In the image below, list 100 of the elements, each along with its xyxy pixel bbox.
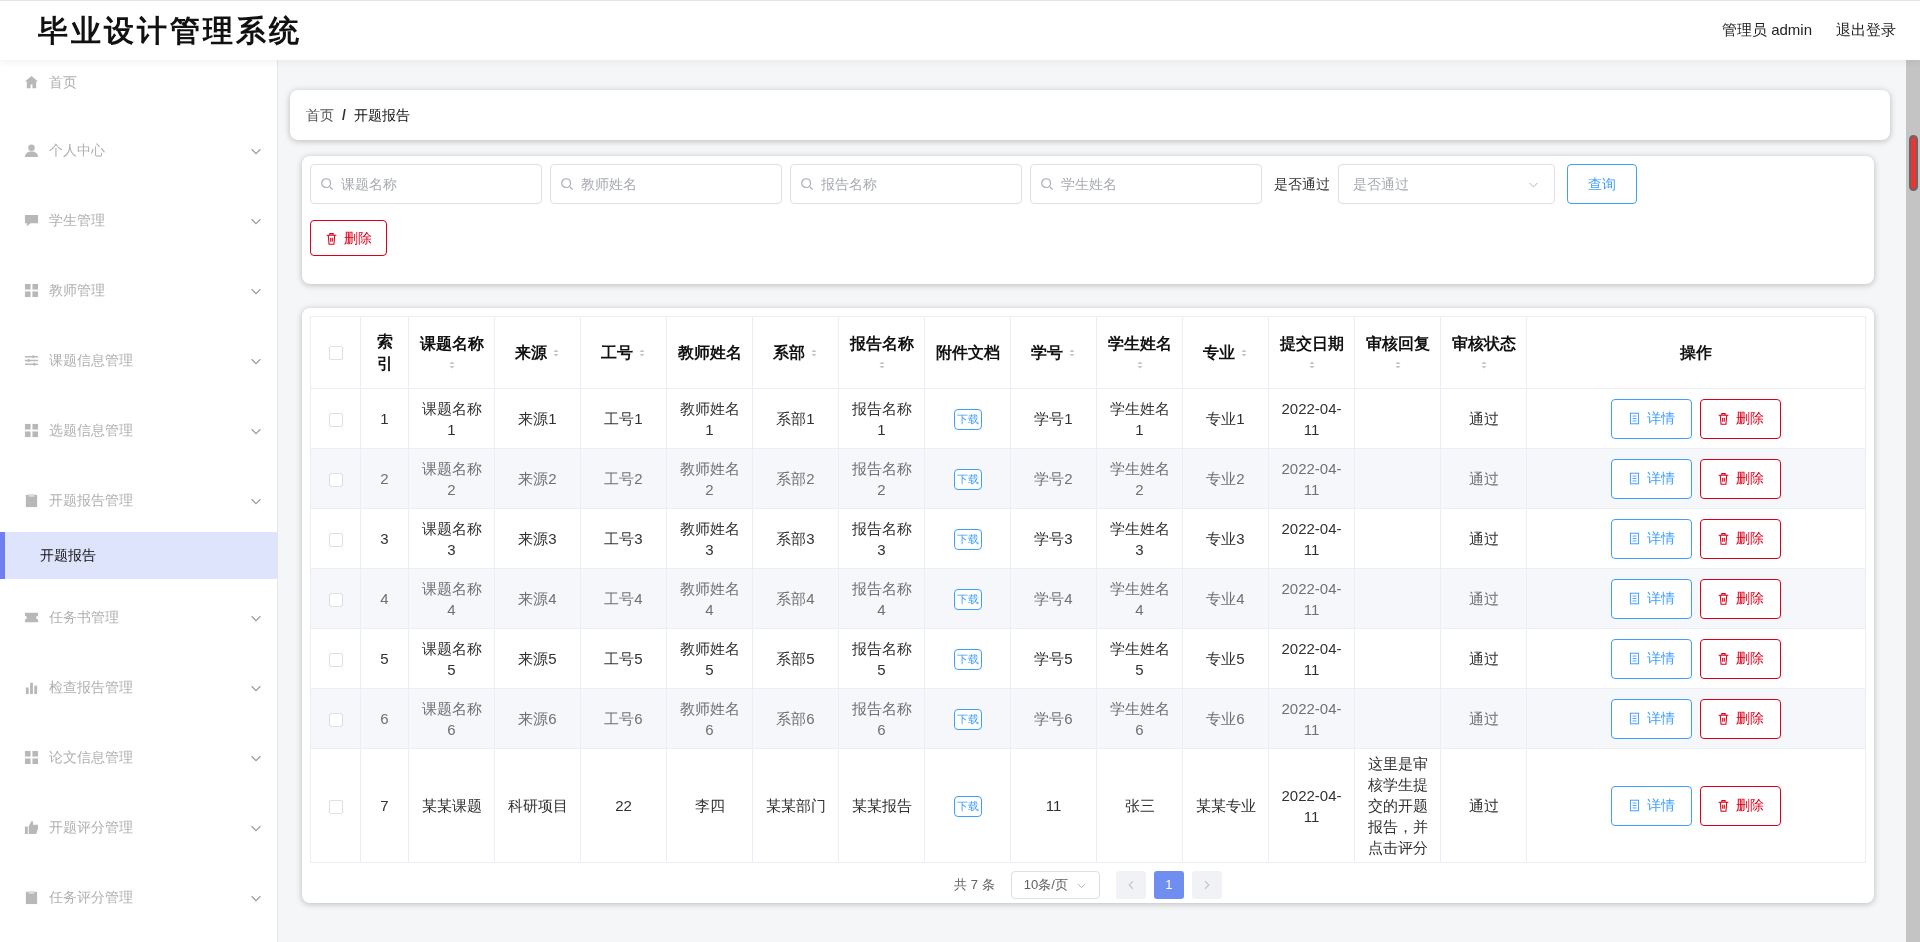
- page-size-select[interactable]: 10条/页: [1010, 871, 1100, 899]
- table-cell: 专业2: [1206, 470, 1245, 487]
- details-button[interactable]: 详情: [1611, 785, 1692, 826]
- checkbox[interactable]: [328, 473, 343, 488]
- download-button[interactable]: 下载: [953, 649, 982, 670]
- sidebar-item[interactable]: 课题信息管理: [0, 340, 277, 410]
- breadcrumb-separator: /: [342, 105, 346, 125]
- delete-button[interactable]: 删除: [1700, 638, 1781, 679]
- checkbox[interactable]: [328, 713, 343, 728]
- table-cell: 教师姓名2: [679, 459, 740, 498]
- download-button[interactable]: 下载: [953, 469, 982, 490]
- total-count: 共 7 条: [954, 876, 995, 895]
- delete-button[interactable]: 删除: [1700, 458, 1781, 499]
- download-button[interactable]: 下载: [953, 796, 982, 817]
- delete-button[interactable]: 删除: [1700, 698, 1781, 739]
- checkbox[interactable]: [328, 533, 343, 548]
- previous-page-button[interactable]: [1115, 871, 1146, 899]
- next-page-button[interactable]: [1191, 871, 1222, 899]
- details-button[interactable]: 详情: [1611, 578, 1692, 619]
- search-field[interactable]: 报告名称: [790, 164, 1022, 204]
- grid-icon: [24, 750, 39, 765]
- details-button[interactable]: 详情: [1611, 638, 1692, 679]
- person-icon: [24, 143, 39, 158]
- delete-button[interactable]: 删除: [310, 220, 387, 256]
- sidebar-item[interactable]: 教师管理: [0, 270, 277, 340]
- sidebar-item[interactable]: 任务书管理: [0, 597, 277, 667]
- download-button[interactable]: 下载: [953, 709, 982, 730]
- column-header[interactable]: 审核回复: [1354, 316, 1441, 389]
- column-header[interactable]: 报告名称: [838, 316, 925, 389]
- sidebar-item[interactable]: 选题信息管理: [0, 410, 277, 480]
- table-cell: 学号6: [1034, 710, 1073, 727]
- logout-link[interactable]: 退出登录: [1836, 19, 1896, 42]
- menu-label: 课题信息管理: [49, 351, 134, 370]
- sidebar-item[interactable]: 论文信息管理: [0, 737, 277, 807]
- filter-label: 是否通过: [1274, 174, 1330, 194]
- table-cell: 2022-04-11: [1281, 639, 1342, 678]
- details-button[interactable]: 详情: [1611, 398, 1692, 439]
- table-cell: 4: [380, 590, 389, 607]
- scrollbar-track[interactable]: [1906, 60, 1920, 942]
- search-field[interactable]: 课题名称: [310, 164, 542, 204]
- scrollbar-thumb[interactable]: [1908, 135, 1918, 191]
- search-field[interactable]: 学生姓名: [1030, 164, 1262, 204]
- table-cell: 学号2: [1034, 470, 1073, 487]
- column-header[interactable]: 提交日期: [1268, 316, 1355, 389]
- checkbox[interactable]: [328, 346, 343, 361]
- table-cell: 学生姓名1: [1109, 399, 1170, 438]
- submenu-item[interactable]: 开题报告: [0, 532, 277, 579]
- column-header[interactable]: 审核状态: [1440, 316, 1527, 389]
- table-cell: 学号1: [1034, 410, 1073, 427]
- delete-button[interactable]: 删除: [1700, 578, 1781, 619]
- table-cell: 通过: [1468, 650, 1499, 667]
- table-cell: 某某报告: [851, 797, 912, 814]
- search-button[interactable]: 查询: [1567, 164, 1637, 204]
- table-cell: 教师姓名1: [679, 399, 740, 438]
- download-button[interactable]: 下载: [953, 409, 982, 430]
- table-cell: 报告名称6: [851, 699, 912, 738]
- table-cell: 1: [380, 410, 389, 427]
- table-cell: 学生姓名6: [1109, 699, 1170, 738]
- menu-label: 检查报告管理: [49, 678, 134, 697]
- checkbox[interactable]: [328, 413, 343, 428]
- table-cell: 报告名称2: [851, 459, 912, 498]
- breadcrumb-current: 开题报告: [353, 105, 410, 125]
- details-button[interactable]: 详情: [1611, 518, 1692, 559]
- column-header[interactable]: 专业: [1182, 316, 1269, 389]
- column-header[interactable]: 课题名称: [408, 316, 495, 389]
- column-header: 教师姓名: [666, 316, 753, 389]
- ticket-icon: [24, 610, 39, 625]
- delete-button[interactable]: 删除: [1700, 398, 1781, 439]
- details-button[interactable]: 详情: [1611, 458, 1692, 499]
- chat-icon: [24, 213, 39, 228]
- column-header[interactable]: 学生姓名: [1096, 316, 1183, 389]
- download-button[interactable]: 下载: [953, 529, 982, 550]
- table-cell: 7: [380, 797, 389, 814]
- sidebar-item[interactable]: 首页: [0, 60, 277, 130]
- column-header[interactable]: 系部: [752, 316, 839, 389]
- search-field[interactable]: 教师姓名: [550, 164, 782, 204]
- table-cell: 学号4: [1034, 590, 1073, 607]
- trash-icon: [1717, 712, 1730, 725]
- breadcrumb-link[interactable]: 首页: [306, 104, 334, 126]
- sidebar-item[interactable]: 学生管理: [0, 200, 277, 270]
- sidebar-item[interactable]: 开题评分管理: [0, 807, 277, 877]
- table-cell: 课题名称5: [421, 639, 482, 678]
- column-header[interactable]: 来源: [494, 316, 581, 389]
- table-cell: 学生姓名3: [1109, 519, 1170, 558]
- sidebar-item[interactable]: 个人中心: [0, 130, 277, 200]
- details-button[interactable]: 详情: [1611, 698, 1692, 739]
- sidebar-item[interactable]: 任务评分管理: [0, 877, 277, 942]
- checkbox[interactable]: [328, 800, 343, 815]
- download-button[interactable]: 下载: [953, 589, 982, 610]
- delete-button[interactable]: 删除: [1700, 785, 1781, 826]
- home-icon: [24, 75, 39, 90]
- column-header[interactable]: 学号: [1010, 316, 1097, 389]
- approval-select[interactable]: 是否通过: [1338, 164, 1555, 204]
- checkbox[interactable]: [328, 593, 343, 608]
- delete-button[interactable]: 删除: [1700, 518, 1781, 559]
- page-button[interactable]: 1: [1153, 871, 1184, 899]
- column-header[interactable]: 工号: [580, 316, 667, 389]
- sidebar-item[interactable]: 检查报告管理: [0, 667, 277, 737]
- app-title: 毕业设计管理系统: [38, 12, 302, 50]
- checkbox[interactable]: [328, 653, 343, 668]
